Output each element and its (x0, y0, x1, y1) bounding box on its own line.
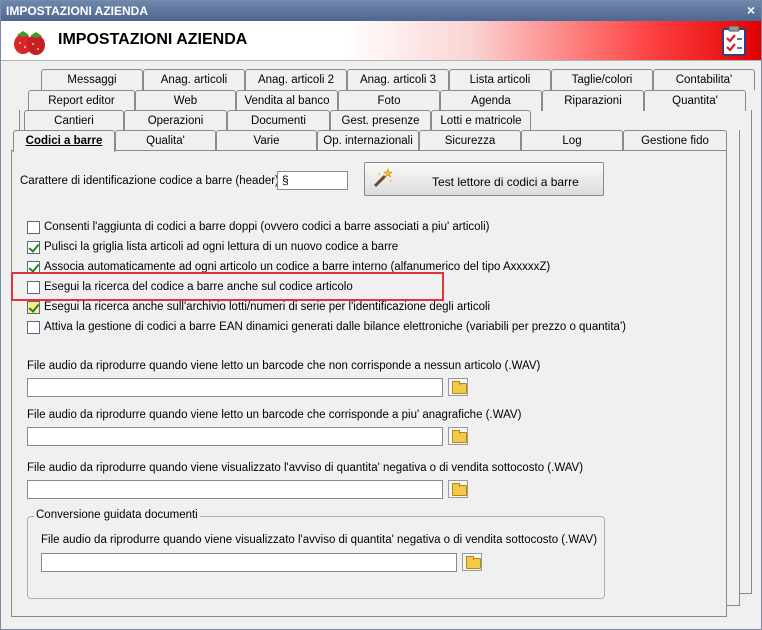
checkbox-label: Pulisci la griglia lista articoli ad ogn… (44, 241, 399, 253)
folder-icon[interactable] (448, 378, 468, 396)
tab-operazioni[interactable]: Operazioni (124, 110, 227, 131)
audio-label-multiple: File audio da riprodurre quando viene le… (27, 409, 522, 421)
tab-gestione-fido[interactable]: Gestione fido (623, 130, 727, 151)
header-char-input[interactable]: § (277, 171, 348, 190)
tab-codici-a-barre[interactable]: Codici a barre (13, 130, 115, 152)
checkbox-label: Attiva la gestione di codici a barre EAN… (44, 321, 626, 333)
folder-icon[interactable] (448, 480, 468, 498)
header-title: IMPOSTAZIONI AZIENDA (58, 31, 248, 48)
test-barcode-reader-label: Test lettore di codici a barre (432, 175, 579, 189)
group-title: Conversione guidata documenti (34, 509, 200, 521)
magic-wand-icon (373, 168, 393, 188)
folder-icon[interactable] (462, 553, 482, 571)
settings-window: IMPOSTAZIONI AZIENDA × IMPOSTAZIONI AZIE… (0, 0, 762, 630)
tab-riparazioni[interactable]: Riparazioni (542, 90, 644, 111)
header-char-label: Carattere di identificazione codice a ba… (20, 175, 286, 187)
tab-foto[interactable]: Foto (338, 90, 440, 111)
tab-qualita[interactable]: Qualita' (115, 130, 216, 151)
checkbox-label: Consenti l'aggiunta di codici a barre do… (44, 221, 490, 233)
tab-quantita[interactable]: Quantita' (644, 90, 746, 111)
checklist-icon (722, 26, 746, 56)
tab-lista-articoli[interactable]: Lista articoli (449, 69, 551, 90)
tab-varie[interactable]: Varie (216, 130, 317, 151)
test-barcode-reader-button[interactable]: Test lettore di codici a barre (364, 162, 604, 196)
tab-vendita-al-banco[interactable]: Vendita al banco (236, 90, 338, 111)
tab-report-editor[interactable]: Report editor (28, 90, 135, 111)
tab-contabilita[interactable]: Contabilita' (653, 69, 755, 90)
audio-label-negative-qty: File audio da riprodurre quando viene vi… (27, 462, 584, 474)
audio-input-multiple[interactable] (27, 427, 443, 446)
header-banner: IMPOSTAZIONI AZIENDA (1, 21, 761, 61)
close-icon[interactable]: × (747, 2, 755, 18)
window-title: IMPOSTAZIONI AZIENDA (6, 4, 148, 18)
checkbox[interactable] (27, 321, 40, 334)
audio-label-no-article: File audio da riprodurre quando viene le… (27, 360, 541, 372)
tab-anag-articoli[interactable]: Anag. articoli (143, 69, 245, 90)
tab-messaggi[interactable]: Messaggi (41, 69, 143, 90)
tab-taglie-colori[interactable]: Taglie/colori (551, 69, 653, 90)
audio-input-no-article[interactable] (27, 378, 443, 397)
tab-documenti[interactable]: Documenti (227, 110, 330, 131)
tab-log[interactable]: Log (521, 130, 623, 151)
title-bar: IMPOSTAZIONI AZIENDA × (1, 1, 761, 21)
checkbox-label: Esegui la ricerca anche sull'archivio lo… (44, 301, 491, 313)
strawberry-icon (14, 31, 45, 55)
group-audio-input[interactable] (41, 553, 457, 572)
tab-op-internazionali[interactable]: Op. internazionali (317, 130, 419, 151)
checkbox[interactable] (27, 301, 40, 314)
checkbox[interactable] (27, 221, 40, 234)
audio-input-negative-qty[interactable] (27, 480, 443, 499)
highlight-box (11, 272, 444, 301)
tab-anag-articoli-3[interactable]: Anag. articoli 3 (347, 69, 449, 90)
tab-sicurezza[interactable]: Sicurezza (419, 130, 521, 151)
tab-cantieri[interactable]: Cantieri (24, 110, 124, 131)
tab-gest-presenze[interactable]: Gest. presenze (330, 110, 431, 131)
tab-web[interactable]: Web (135, 90, 236, 111)
tab-agenda[interactable]: Agenda (440, 90, 542, 111)
group-audio-label: File audio da riprodurre quando viene vi… (41, 534, 598, 546)
tab-lotti-e-matricole[interactable]: Lotti e matricole (431, 110, 531, 131)
checkbox[interactable] (27, 241, 40, 254)
folder-icon[interactable] (448, 427, 468, 445)
tab-anag-articoli-2[interactable]: Anag. articoli 2 (245, 69, 347, 90)
